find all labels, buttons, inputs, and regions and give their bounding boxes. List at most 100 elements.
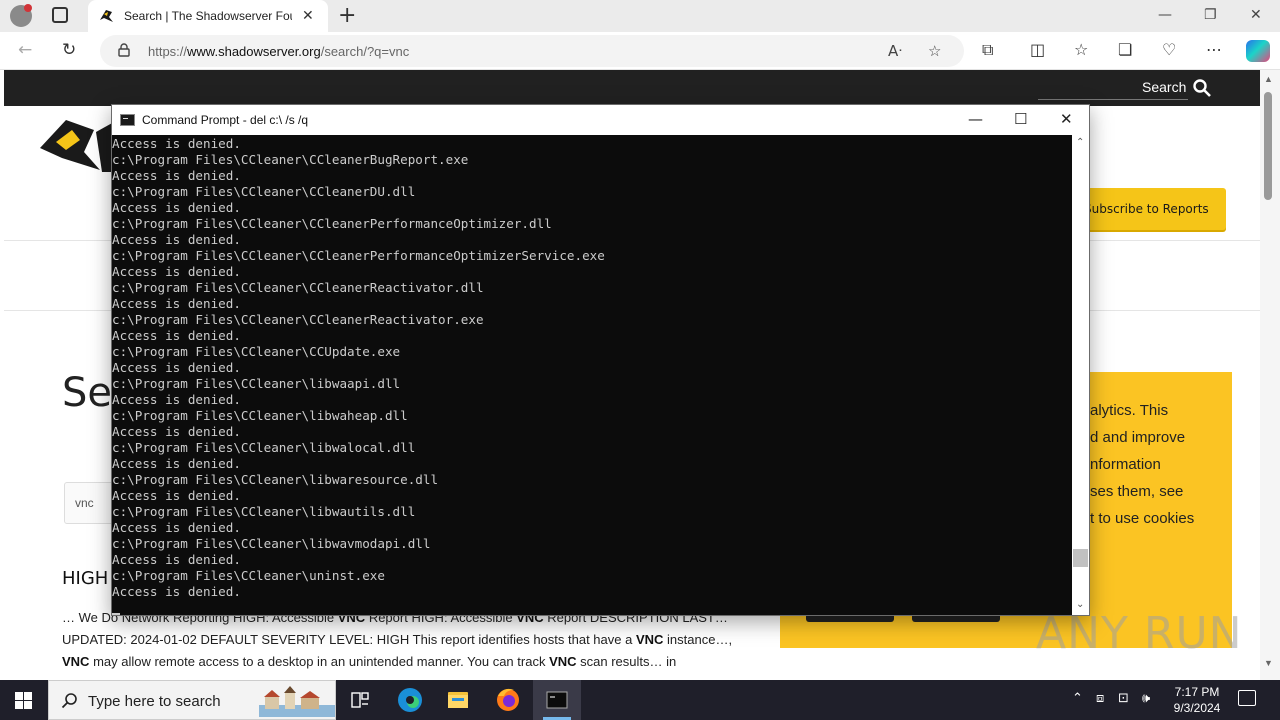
subscribe-to-reports-button[interactable]: Subscribe to Reports: [1076, 188, 1226, 230]
site-search-icon[interactable]: [1192, 78, 1212, 98]
console-line: Access is denied.: [112, 200, 241, 215]
page-heading: Se: [62, 370, 112, 416]
favorites-icon[interactable]: ☆: [1074, 40, 1088, 59]
console-line: Access is denied.: [112, 584, 241, 599]
search-highlight-town-icon: [259, 686, 335, 717]
cmd-minimize-icon[interactable]: —: [968, 110, 983, 128]
console-line: c:\Program Files\CCleaner\CCleanerDU.dll: [112, 184, 416, 199]
windows-taskbar: Type here to search ⌃ ⧈ ⊡ 🕪 7:17 PM 9/3/…: [0, 680, 1280, 720]
more-menu-icon[interactable]: ⋯: [1206, 40, 1222, 59]
collections-icon[interactable]: ❏: [1118, 40, 1132, 59]
console-line: Access is denied.: [112, 520, 241, 535]
cmd-maximize-icon[interactable]: ☐: [1014, 110, 1027, 128]
console-line: Access is denied.: [112, 552, 241, 567]
console-line: Access is denied.: [112, 232, 241, 247]
cmd-close-icon[interactable]: ✕: [1060, 110, 1073, 128]
windows-start-icon[interactable]: [15, 692, 32, 709]
clock-date: 9/3/2024: [1173, 701, 1221, 715]
console-line: Access is denied.: [112, 296, 241, 311]
profile-avatar-icon[interactable]: [10, 4, 32, 27]
cmd-scrollbar-thumb[interactable]: [1073, 549, 1088, 567]
cmd-scrollbar[interactable]: ⌃ ⌄: [1072, 135, 1089, 615]
cookie-text-line: t to use cookies: [1090, 510, 1195, 527]
lock-icon: [118, 43, 130, 57]
tab-actions-icon[interactable]: [52, 7, 68, 23]
console-line: c:\Program Files\CCleaner\libwaapi.dll: [112, 376, 401, 391]
notifications-icon[interactable]: [1238, 690, 1256, 706]
console-line: Access is denied.: [112, 424, 241, 439]
shadowserver-favicon-icon: [100, 10, 113, 22]
result-title[interactable]: HIGH: [62, 568, 108, 589]
taskbar-search-icon: [61, 693, 77, 709]
tab-title: Search | The Shadowserver Foundation: [124, 9, 292, 23]
result-snippet-line: VNC may allow remote access to a desktop…: [62, 654, 677, 669]
console-line: Access is denied.: [112, 488, 241, 503]
console-line: Access is denied.: [112, 136, 241, 151]
taskbar-search-box[interactable]: Type here to search: [48, 680, 336, 720]
scroll-down-icon[interactable]: ▼: [1264, 658, 1273, 668]
console-line: Access is denied.: [112, 264, 241, 279]
file-explorer-icon[interactable]: [434, 680, 482, 720]
console-line: c:\Program Files\CCleaner\CCleanerPerfor…: [112, 248, 605, 263]
console-line: c:\Program Files\CCleaner\CCUpdate.exe: [112, 344, 401, 359]
extensions-icon[interactable]: ⧉: [982, 40, 993, 60]
scroll-up-icon[interactable]: ▲: [1264, 74, 1273, 84]
address-bar[interactable]: https://www.shadowserver.org/search/?q=v…: [100, 35, 964, 67]
url-prefix: https://: [148, 44, 188, 59]
cmd-cursor: [112, 613, 120, 615]
cmd-title-text: Command Prompt - del c:\ /s /q: [142, 113, 309, 127]
cmd-title-bar[interactable]: Command Prompt - del c:\ /s /q — ☐ ✕: [112, 105, 1089, 135]
cmd-taskbar-icon[interactable]: [533, 680, 581, 720]
browser-tab-bar: Search | The Shadowserver Foundation ✕ +…: [0, 0, 1280, 32]
task-view-icon[interactable]: [336, 680, 384, 720]
scrollbar-thumb[interactable]: [1264, 92, 1272, 200]
tab-close-icon[interactable]: ✕: [302, 7, 314, 24]
browser-scrollbar[interactable]: ▲ ▼: [1260, 70, 1280, 680]
restore-icon[interactable]: ❐: [1204, 7, 1217, 23]
window-close-icon[interactable]: ✕: [1250, 7, 1262, 23]
tray-device-icon[interactable]: ⧈: [1096, 691, 1104, 706]
new-tab-button[interactable]: +: [338, 3, 356, 28]
console-line: c:\Program Files\CCleaner\CCleanerReacti…: [112, 280, 484, 295]
cookie-text-line: nformation: [1090, 456, 1161, 473]
console-line: c:\Program Files\CCleaner\uninst.exe: [112, 568, 385, 583]
search-term-highlight: VNC: [635, 632, 664, 647]
console-line: c:\Program Files\CCleaner\libwalocal.dll: [112, 440, 416, 455]
firefox-icon[interactable]: [484, 680, 532, 720]
subscribe-label: Subscribe to Reports: [1084, 202, 1209, 216]
back-arrow-icon[interactable]: ←: [18, 40, 32, 60]
console-line: Access is denied.: [112, 456, 241, 471]
console-line: c:\Program Files\CCleaner\CCleanerReacti…: [112, 312, 484, 327]
browser-tab-active[interactable]: Search | The Shadowserver Foundation ✕: [88, 0, 328, 32]
console-line: Access is denied.: [112, 328, 241, 343]
network-icon[interactable]: ⊡: [1118, 691, 1129, 706]
minimize-icon[interactable]: —: [1158, 7, 1172, 23]
cmd-console-output[interactable]: Access is denied. c:\Program Files\CClean…: [112, 135, 1072, 615]
shadowserver-logo-icon[interactable]: [36, 112, 116, 176]
url-text: https://www.shadowserver.org/search/?q=v…: [148, 44, 409, 59]
console-line: c:\Program Files\CCleaner\libwaheap.dll: [112, 408, 408, 423]
console-line: Access is denied.: [112, 360, 241, 375]
console-line: c:\Program Files\CCleaner\CCleanerPerfor…: [112, 216, 552, 231]
volume-icon[interactable]: 🕪: [1142, 691, 1150, 706]
copilot-icon[interactable]: [1246, 40, 1270, 62]
cmd-scroll-down-icon[interactable]: ⌄: [1076, 599, 1084, 610]
command-prompt-window[interactable]: Command Prompt - del c:\ /s /q — ☐ ✕ Acc…: [111, 104, 1090, 616]
cmd-scroll-up-icon[interactable]: ⌃: [1076, 137, 1084, 148]
read-aloud-icon[interactable]: Aᐧ: [888, 42, 902, 60]
url-path: /search/?q=vnc: [320, 44, 410, 59]
taskbar-clock[interactable]: 7:17 PM 9/3/2024: [1164, 684, 1230, 716]
page-search-value: vnc: [75, 496, 94, 510]
favorite-star-icon[interactable]: ☆: [928, 42, 941, 60]
refresh-icon[interactable]: ↻: [62, 40, 76, 60]
edge-taskbar-icon[interactable]: [386, 680, 434, 720]
cookie-text-line: ses them, see: [1090, 483, 1184, 500]
browser-toolbar: ← ↻ https://www.shadowserver.org/search/…: [0, 32, 1280, 70]
split-screen-icon[interactable]: ◫: [1030, 40, 1045, 59]
browser-essentials-icon[interactable]: ♡: [1162, 40, 1176, 59]
console-line: c:\Program Files\CCleaner\libwavmodapi.d…: [112, 536, 431, 551]
site-search-label[interactable]: Search: [1142, 79, 1186, 95]
tray-chevron-icon[interactable]: ⌃: [1072, 691, 1083, 706]
taskbar-search-placeholder: Type here to search: [88, 693, 221, 710]
cookie-text-line: d and improve: [1090, 429, 1186, 446]
